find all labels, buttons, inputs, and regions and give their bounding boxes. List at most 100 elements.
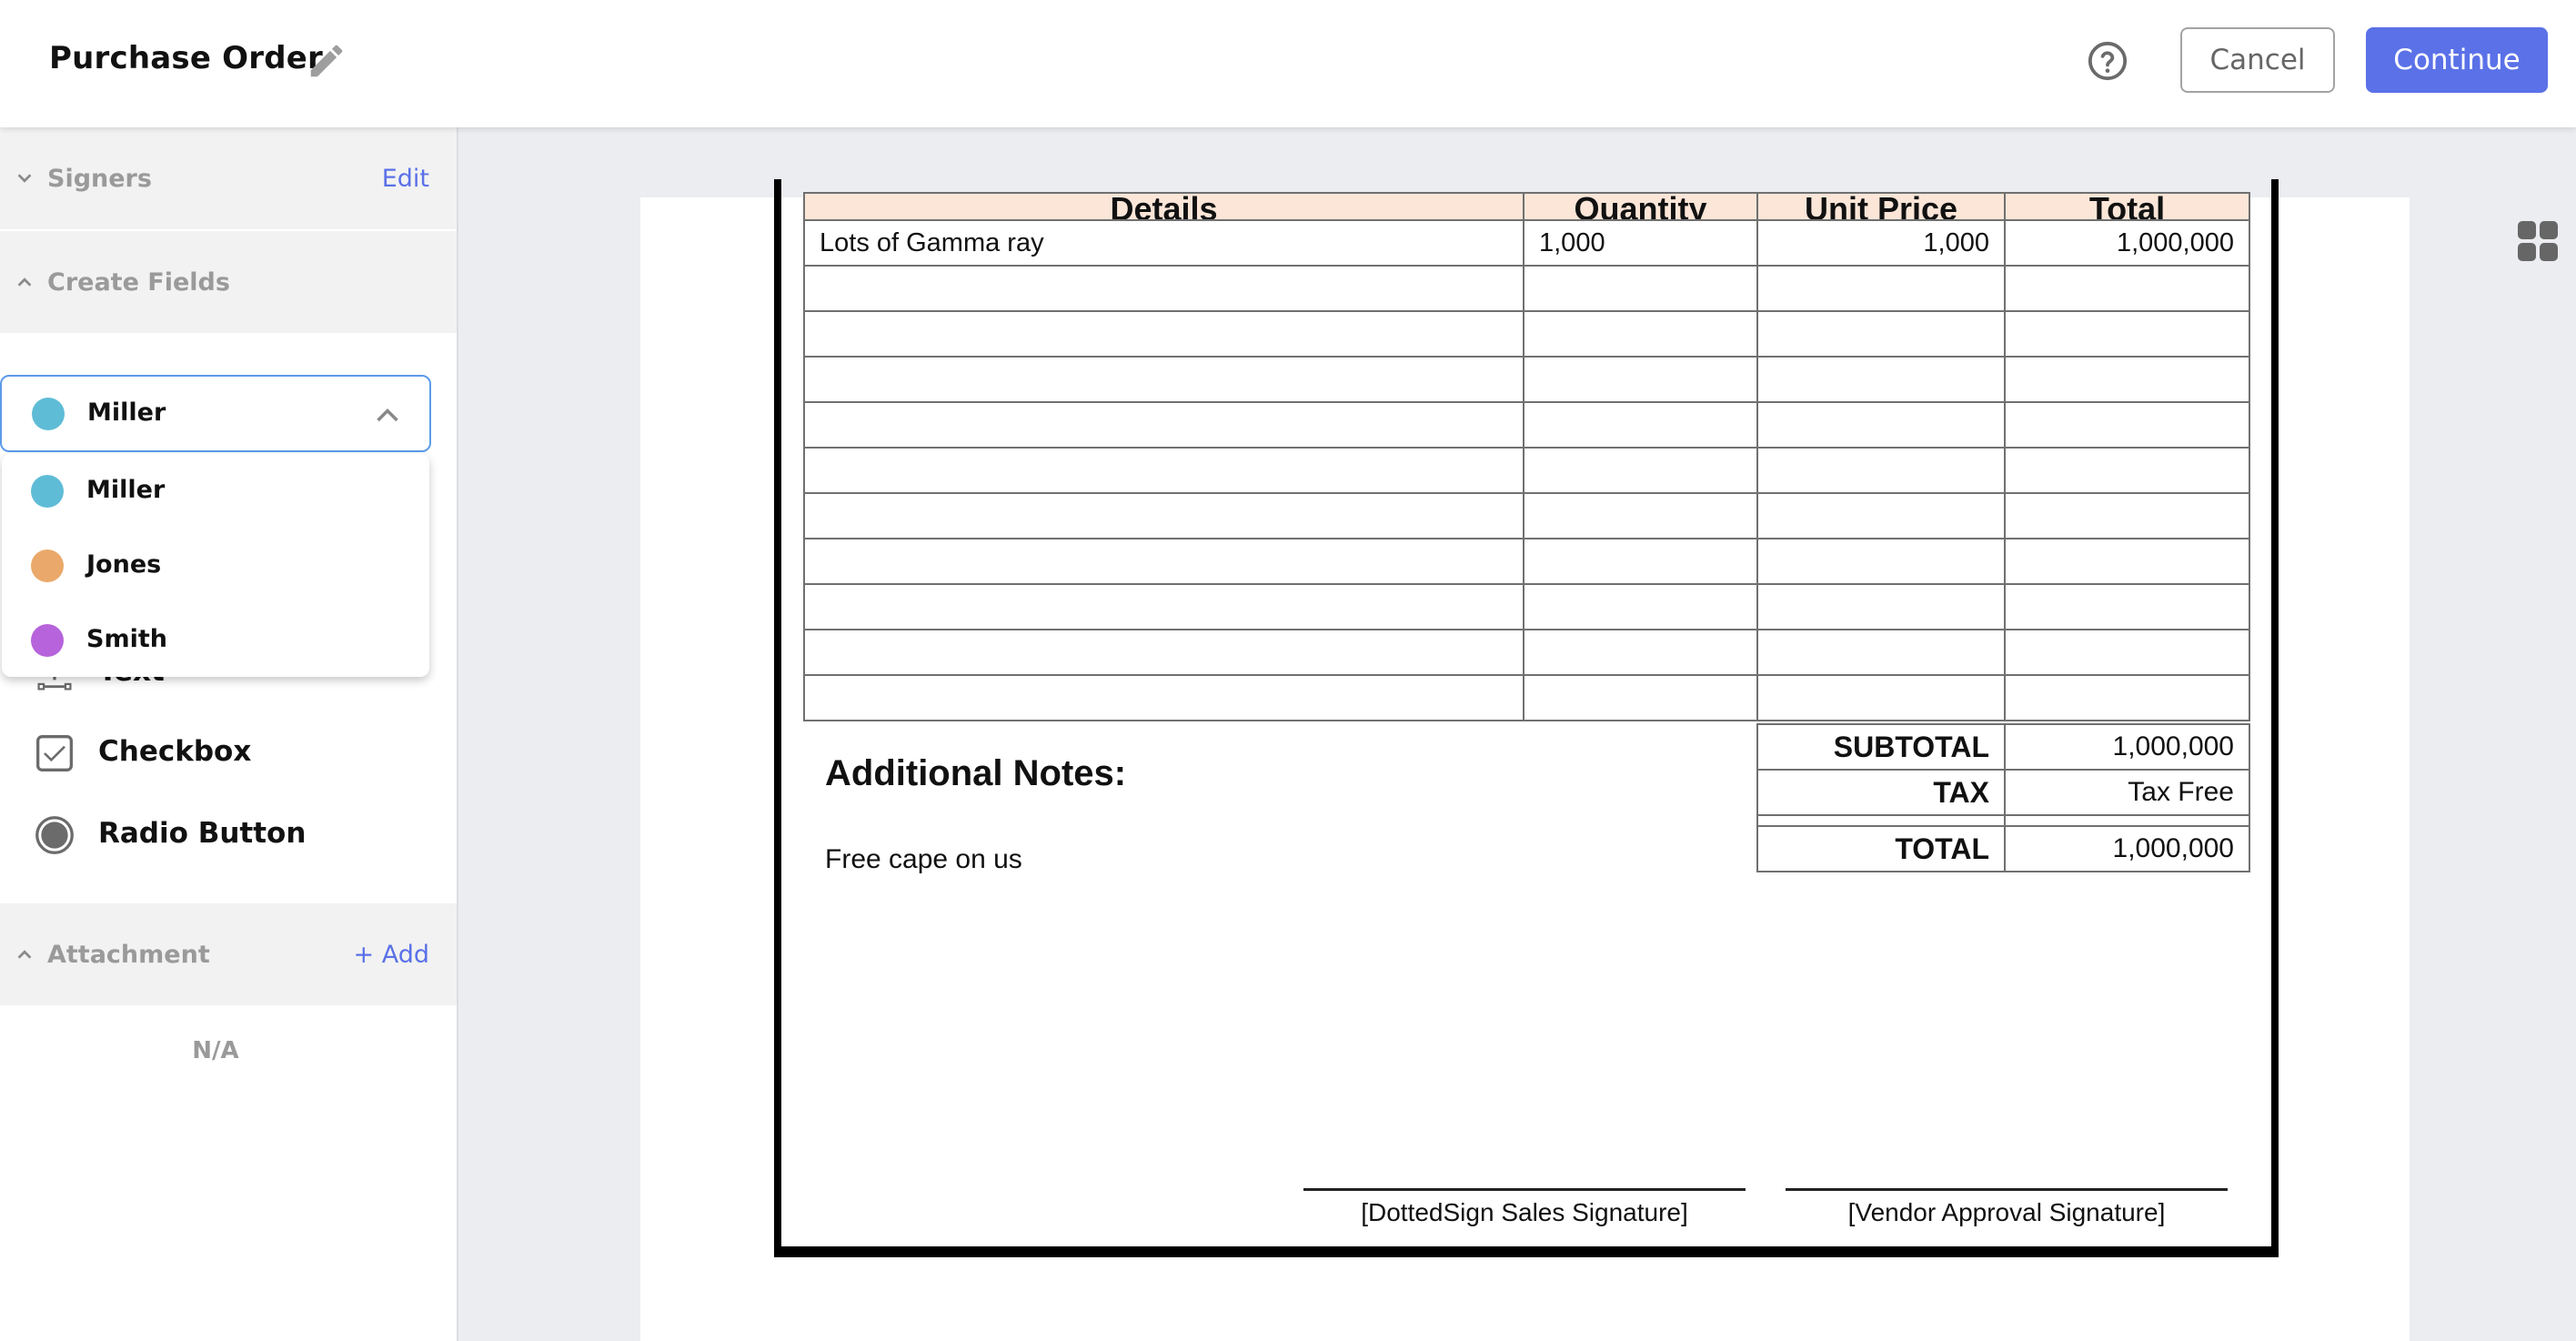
signer-color-dot <box>31 624 64 657</box>
summary-table: SUBTOTAL 1,000,000 TAX Tax Free TOTAL 1,… <box>1756 723 2250 872</box>
chevron-down-icon <box>17 174 32 183</box>
table-cell <box>1756 629 2006 676</box>
table-cell <box>803 492 1524 539</box>
table-cell: 1,000,000 <box>2004 219 2250 267</box>
sidebar: Signers Edit Create Fields Miller Text C… <box>0 127 458 1341</box>
signers-label: Signers <box>47 164 152 193</box>
table-cell <box>2004 310 2250 358</box>
tax-label: TAX <box>1756 769 2006 816</box>
table-cell <box>1523 310 1758 358</box>
table-cell <box>2004 492 2250 539</box>
create-fields-label: Create Fields <box>47 267 230 297</box>
field-checkbox-label: Checkbox <box>98 735 252 768</box>
table-cell <box>1756 310 2006 358</box>
table-cell: 1,000 <box>1523 219 1758 267</box>
total-row: TOTAL 1,000,000 <box>1756 825 2250 872</box>
table-cell <box>803 356 1524 403</box>
table-cell <box>803 583 1524 630</box>
table-cell <box>2004 356 2250 403</box>
table-cell <box>803 310 1524 358</box>
notes-heading: Additional Notes: <box>825 753 1127 793</box>
signer-option-label: Miller <box>86 476 166 504</box>
chevron-up-icon <box>377 408 398 422</box>
table-cell <box>1523 356 1758 403</box>
signer-color-dot <box>31 475 64 508</box>
signer-color-dot <box>31 550 64 582</box>
signer-dropdown-menu: Miller Jones Smith <box>2 454 429 677</box>
table-cell <box>803 265 1524 312</box>
table-cell <box>1756 674 2006 721</box>
column-header: Quantity <box>1523 192 1758 221</box>
table-row <box>803 538 2250 585</box>
document-page[interactable]: Details Quantity Unit Price Total Lots o… <box>640 179 2410 1341</box>
table-row: Lots of Gamma ray 1,000 1,000 1,000,000 <box>803 219 2250 267</box>
table-cell <box>1756 583 2006 630</box>
pencil-icon[interactable] <box>306 40 347 82</box>
table-cell <box>1523 401 1758 449</box>
table-row <box>803 265 2250 312</box>
table-header-row: Details Quantity Unit Price Total <box>803 192 2250 221</box>
table-cell <box>2004 629 2250 676</box>
attachment-label: Attachment <box>47 940 210 969</box>
cancel-button[interactable]: Cancel <box>2180 27 2335 93</box>
field-radio-button-label: Radio Button <box>98 817 307 850</box>
table-cell <box>803 538 1524 585</box>
checkbox-icon <box>36 735 73 771</box>
signers-section-header[interactable]: Signers Edit <box>0 127 457 229</box>
total-label: TOTAL <box>1756 825 2006 872</box>
signer-option-miller[interactable]: Miller <box>2 454 429 529</box>
signer-option-jones[interactable]: Jones <box>2 529 429 603</box>
table-cell <box>1756 401 2006 449</box>
subtotal-value: 1,000,000 <box>2004 723 2250 771</box>
table-cell: 1,000 <box>1756 219 2006 267</box>
attachment-section-header[interactable]: Attachment + Add <box>0 903 457 1005</box>
document-title: Purchase Order <box>49 40 323 76</box>
field-checkbox[interactable]: Checkbox <box>0 717 457 790</box>
column-header: Details <box>803 192 1524 221</box>
table-cell <box>1523 492 1758 539</box>
column-header: Unit Price <box>1756 192 2006 221</box>
table-cell <box>803 629 1524 676</box>
create-fields-section-header[interactable]: Create Fields <box>0 231 457 333</box>
table-row <box>803 492 2250 539</box>
radio-button-icon <box>35 816 74 854</box>
table-row <box>803 310 2250 358</box>
column-header: Total <box>2004 192 2250 221</box>
table-cell <box>803 674 1524 721</box>
table-cell <box>1523 674 1758 721</box>
table-cell <box>2004 583 2250 630</box>
table-row <box>803 629 2250 676</box>
signer-option-smith[interactable]: Smith <box>2 603 429 678</box>
table-cell <box>1756 538 2006 585</box>
table-row <box>803 356 2250 403</box>
table-cell <box>1523 538 1758 585</box>
chevron-up-icon <box>17 277 32 287</box>
notes-text: Free cape on us <box>825 844 1022 874</box>
grid-view-icon[interactable] <box>2516 219 2560 263</box>
subtotal-row: SUBTOTAL 1,000,000 <box>1756 723 2250 771</box>
add-attachment-link[interactable]: + Add <box>354 941 429 969</box>
chevron-up-icon <box>17 950 32 959</box>
field-radio-button[interactable]: Radio Button <box>0 799 457 872</box>
tax-row: TAX Tax Free <box>1756 769 2250 816</box>
signature-line-sales <box>1303 1188 1746 1191</box>
signature-label-vendor: [Vendor Approval Signature] <box>1847 1198 2166 1226</box>
signer-option-label: Smith <box>86 625 167 653</box>
signer-option-label: Jones <box>86 550 162 579</box>
question-circle-icon[interactable] <box>2087 40 2128 82</box>
line-items-table: Details Quantity Unit Price Total Lots o… <box>803 192 2250 721</box>
signer-color-dot <box>32 398 65 430</box>
attachment-empty-text: N/A <box>192 1037 239 1064</box>
total-value: 1,000,000 <box>2004 825 2250 872</box>
selected-signer: Miller <box>87 398 166 427</box>
table-cell <box>2004 401 2250 449</box>
continue-button[interactable]: Continue <box>2366 27 2548 93</box>
table-cell <box>1756 356 2006 403</box>
table-cell <box>803 401 1524 449</box>
edit-signers-link[interactable]: Edit <box>382 165 429 193</box>
signature-label-sales: [DottedSign Sales Signature] <box>1361 1198 1688 1226</box>
tax-value: Tax Free <box>2004 769 2250 816</box>
table-cell <box>2004 674 2250 721</box>
signer-select[interactable]: Miller <box>0 375 431 452</box>
table-cell <box>2004 447 2250 494</box>
